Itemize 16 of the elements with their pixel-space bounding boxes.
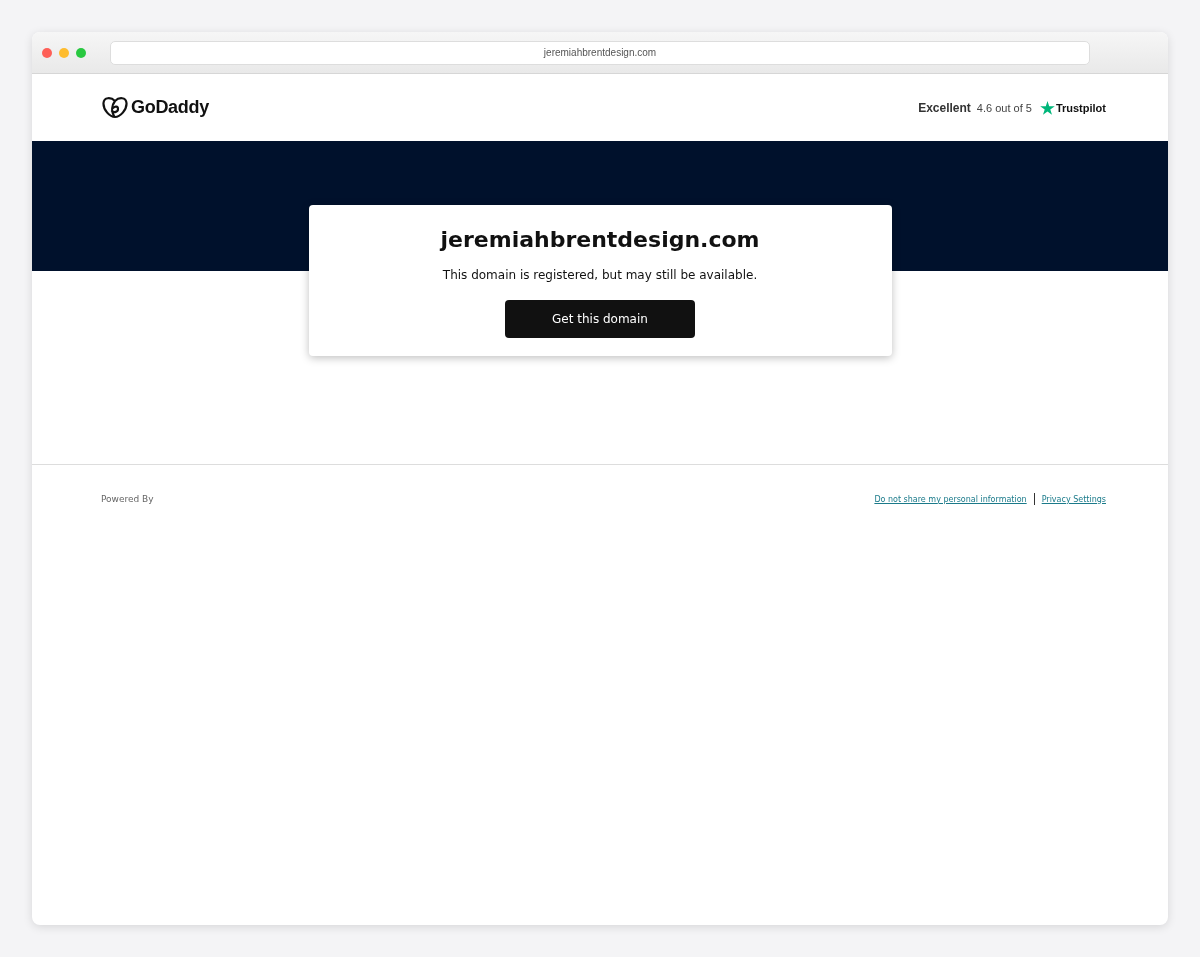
rating-score: 4.6 out of 5: [976, 101, 1032, 114]
domain-title: jeremiahbrentdesign.com: [440, 227, 760, 252]
logo-icon: [102, 96, 128, 119]
powered-by-text: Powered By: [101, 494, 154, 504]
logo-text[interactable]: GoDaddy: [131, 97, 209, 118]
maximize-icon[interactable]: [76, 47, 86, 58]
footer-link[interactable]: Do not share my personal information: [874, 494, 1027, 504]
footer-link[interactable]: Privacy Settings: [1041, 494, 1106, 504]
star-icon: [1039, 100, 1055, 115]
address-bar[interactable]: jeremiahbrentdesign.com: [110, 40, 1090, 65]
trustpilot-text[interactable]: Trustpilot: [1055, 101, 1106, 114]
get-domain-button[interactable]: Get this domain: [505, 300, 695, 338]
minimize-icon[interactable]: [59, 47, 69, 58]
close-icon[interactable]: [42, 47, 52, 58]
domain-message: This domain is registered, but may still be available.: [442, 268, 758, 282]
rating-label: Excellent: [918, 100, 971, 115]
